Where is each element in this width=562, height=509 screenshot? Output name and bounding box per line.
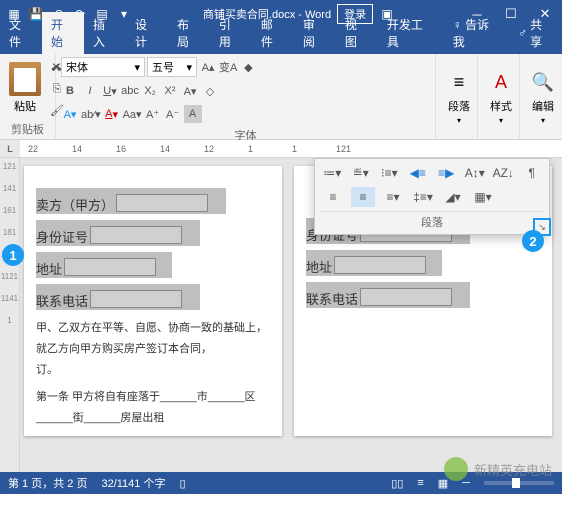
callout-1: 1 bbox=[2, 244, 24, 266]
underline-icon[interactable]: U▾ bbox=[101, 82, 119, 100]
clear-format-icon[interactable]: ◆ bbox=[239, 58, 257, 76]
sort-icon[interactable]: AZ↓ bbox=[492, 163, 515, 183]
tab-home[interactable]: 开始 bbox=[42, 12, 84, 54]
tab-design[interactable]: 设计 bbox=[126, 12, 168, 54]
align-options-icon[interactable]: ≡▾ bbox=[381, 187, 405, 207]
bullets-icon[interactable]: ≔▾ bbox=[321, 163, 344, 183]
watermark: 新精英充电站 bbox=[444, 457, 552, 481]
print-layout-icon[interactable]: ≡ bbox=[417, 477, 423, 489]
tab-view[interactable]: 视图 bbox=[336, 12, 378, 54]
font-color-icon[interactable]: A▾ bbox=[103, 105, 121, 123]
paragraph-popup-label: 段落 ↘ bbox=[321, 211, 543, 232]
line-spacing-icon[interactable]: ‡≡▾ bbox=[411, 187, 435, 207]
vertical-ruler[interactable]: 1211411611811101112111411 bbox=[0, 158, 20, 472]
status-words[interactable]: 32/1141 个字 bbox=[101, 475, 165, 491]
increase-indent-icon[interactable]: ≡▶ bbox=[435, 163, 458, 183]
tab-layout[interactable]: 布局 bbox=[168, 12, 210, 54]
text-effects-icon[interactable]: A▾ bbox=[61, 105, 79, 123]
horizontal-ruler[interactable]: 221416141211121 bbox=[20, 140, 562, 157]
show-marks-icon[interactable]: ¶ bbox=[521, 163, 544, 183]
char-shading-icon[interactable]: A bbox=[184, 105, 202, 123]
italic-icon[interactable]: I bbox=[81, 82, 99, 100]
paste-icon bbox=[9, 62, 41, 96]
styles-icon: A bbox=[487, 68, 515, 96]
tab-file[interactable]: 文件 bbox=[0, 12, 42, 54]
grow-font-icon[interactable]: A▴ bbox=[199, 58, 217, 76]
tab-review[interactable]: 审阅 bbox=[294, 12, 336, 54]
share-button[interactable]: ♂ 共享 bbox=[510, 12, 562, 54]
styles-button[interactable]: A样式▾ bbox=[483, 57, 519, 136]
macro-icon[interactable]: ▯ bbox=[179, 477, 185, 490]
enlarge-icon[interactable]: A⁺ bbox=[144, 105, 162, 123]
clipboard-group-label: 剪贴板 bbox=[5, 119, 50, 137]
zoom-slider[interactable] bbox=[484, 481, 554, 485]
align-left-icon[interactable]: ≡ bbox=[321, 187, 345, 207]
borders-icon[interactable]: ▦▾ bbox=[471, 187, 495, 207]
decrease-indent-icon[interactable]: ◀≡ bbox=[407, 163, 430, 183]
tab-developer[interactable]: 开发工具 bbox=[378, 12, 444, 54]
numbering-icon[interactable]: ≝▾ bbox=[350, 163, 373, 183]
phonetic-icon[interactable]: 变A bbox=[219, 58, 237, 76]
highlight-icon[interactable]: ab⁄▾ bbox=[81, 105, 101, 123]
tab-references[interactable]: 引用 bbox=[210, 12, 252, 54]
align-center-icon[interactable]: ≡ bbox=[351, 187, 375, 207]
editing-button[interactable]: 🔍编辑▾ bbox=[525, 57, 561, 136]
strike-icon[interactable]: abc bbox=[121, 82, 139, 100]
reduce-icon[interactable]: A⁻ bbox=[164, 105, 182, 123]
superscript-icon[interactable]: X² bbox=[161, 82, 179, 100]
status-page[interactable]: 第 1 页，共 2 页 bbox=[8, 475, 87, 491]
multilevel-icon[interactable]: ⁝≡▾ bbox=[378, 163, 401, 183]
body-text: 甲、乙双方在平等、自愿、协商一致的基础上，就乙方向甲方购买房产签订本合同， 订。… bbox=[36, 318, 270, 428]
shrink-font-icon[interactable]: A▾ bbox=[181, 82, 199, 100]
document-page-left[interactable]: 卖方（甲方） 身份证号 地址 联系电话 甲、乙双方在平等、自愿、协商一致的基础上… bbox=[24, 166, 282, 436]
paragraph-popup: ≔▾ ≝▾ ⁝≡▾ ◀≡ ≡▶ A↕▾ AZ↓ ¶ ≡ ≡ ≡▾ ‡≡▾ ◢▾ … bbox=[314, 158, 550, 235]
subscript-icon[interactable]: X₂ bbox=[141, 82, 159, 100]
font-name-select[interactable]: 宋体 ▾ bbox=[61, 57, 145, 77]
ruler-corner: L bbox=[0, 140, 20, 157]
font-size-select[interactable]: 五号 ▾ bbox=[147, 57, 197, 77]
shading-icon[interactable]: ◢▾ bbox=[441, 187, 465, 207]
find-icon: 🔍 bbox=[529, 68, 557, 96]
tab-mailings[interactable]: 邮件 bbox=[252, 12, 294, 54]
tab-tellme[interactable]: ♀ 告诉我 bbox=[444, 12, 510, 54]
read-mode-icon[interactable]: ▯▯ bbox=[391, 477, 403, 490]
paragraph-button[interactable]: ≡段落▾ bbox=[441, 57, 477, 136]
eraser-icon[interactable]: ◇ bbox=[201, 82, 219, 100]
change-case-icon[interactable]: Aa▾ bbox=[123, 105, 142, 123]
asian-layout-icon[interactable]: A↕▾ bbox=[464, 163, 487, 183]
paste-button[interactable]: 粘贴 bbox=[5, 57, 45, 119]
tab-insert[interactable]: 插入 bbox=[84, 12, 126, 54]
bold-icon[interactable]: B bbox=[61, 82, 79, 100]
watermark-icon bbox=[444, 457, 468, 481]
callout-2: 2 bbox=[522, 230, 544, 252]
paragraph-icon: ≡ bbox=[445, 68, 473, 96]
